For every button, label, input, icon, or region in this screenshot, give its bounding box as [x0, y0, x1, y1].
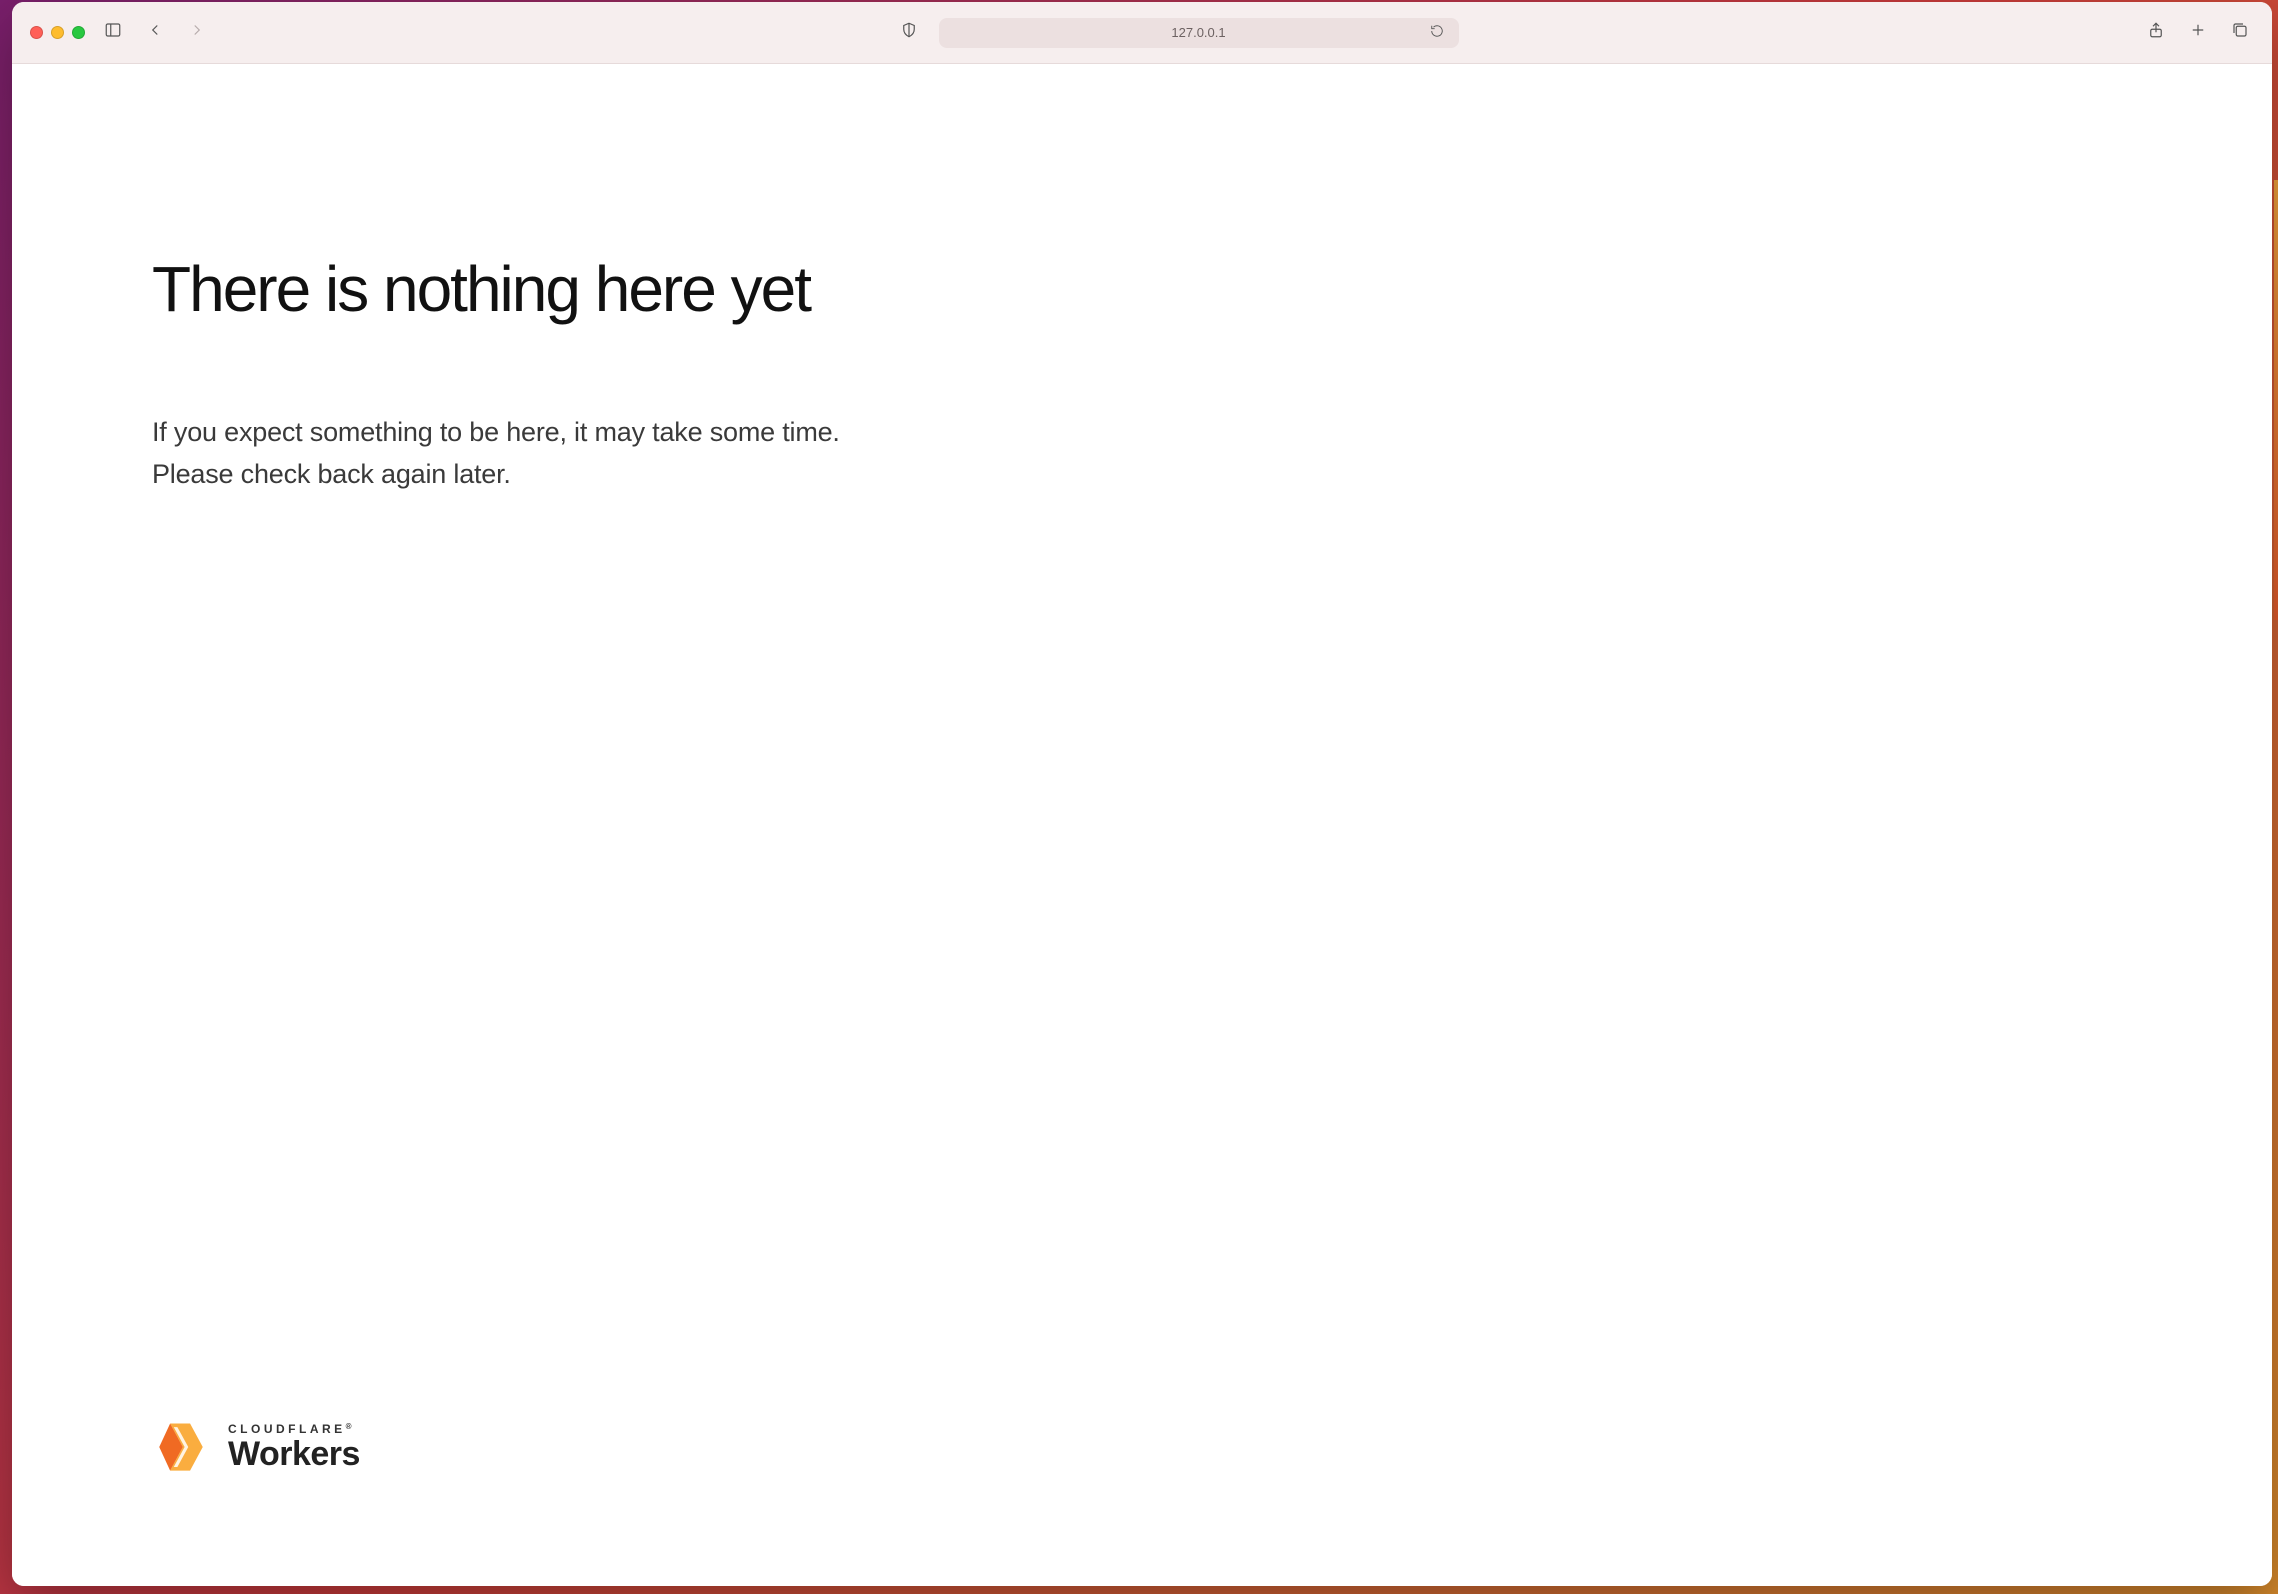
brand-text: CLOUDFLARE® Workers — [228, 1423, 360, 1471]
body-line-2: Please check back again later. — [152, 454, 2192, 496]
toolbar-right-group — [2142, 19, 2254, 47]
page-headline: There is nothing here yet — [152, 254, 2192, 324]
window-minimize-button[interactable] — [51, 26, 64, 39]
reload-button[interactable] — [1423, 19, 1451, 47]
brand-name: Workers — [228, 1437, 360, 1471]
privacy-report-button[interactable] — [895, 19, 923, 47]
brand-overline-text: CLOUDFLARE — [228, 1422, 346, 1436]
window-close-button[interactable] — [30, 26, 43, 39]
window-controls — [30, 26, 85, 39]
address-bar-text: 127.0.0.1 — [939, 25, 1459, 40]
chevron-left-icon — [146, 21, 164, 44]
browser-toolbar: 127.0.0.1 — [12, 2, 2272, 64]
share-icon — [2147, 21, 2165, 44]
forward-button[interactable] — [183, 19, 211, 47]
tabs-overview-icon — [2231, 21, 2249, 44]
toolbar-center-group: 127.0.0.1 — [229, 18, 2124, 48]
shield-icon — [900, 21, 918, 44]
page-body-text: If you expect something to be here, it m… — [152, 412, 2192, 496]
page-viewport: There is nothing here yet If you expect … — [12, 64, 2272, 1586]
cloudflare-workers-logo-icon — [152, 1418, 210, 1476]
sidebar-toggle-button[interactable] — [99, 19, 127, 47]
chevron-right-icon — [188, 21, 206, 44]
address-bar[interactable]: 127.0.0.1 — [939, 18, 1459, 48]
toolbar-left-group — [30, 19, 211, 47]
reload-icon — [1430, 24, 1444, 41]
sidebar-icon — [104, 21, 122, 44]
page-content: There is nothing here yet If you expect … — [152, 254, 2192, 496]
back-button[interactable] — [141, 19, 169, 47]
body-line-1: If you expect something to be here, it m… — [152, 412, 2192, 454]
background-accent — [2274, 180, 2278, 620]
brand-overline: CLOUDFLARE® — [228, 1423, 360, 1435]
window-zoom-button[interactable] — [72, 26, 85, 39]
brand-lockup: CLOUDFLARE® Workers — [152, 1418, 360, 1476]
plus-icon — [2189, 21, 2207, 44]
share-button[interactable] — [2142, 19, 2170, 47]
registered-mark: ® — [346, 1422, 352, 1431]
tab-overview-button[interactable] — [2226, 19, 2254, 47]
new-tab-button[interactable] — [2184, 19, 2212, 47]
browser-window: 127.0.0.1 — [12, 2, 2272, 1586]
